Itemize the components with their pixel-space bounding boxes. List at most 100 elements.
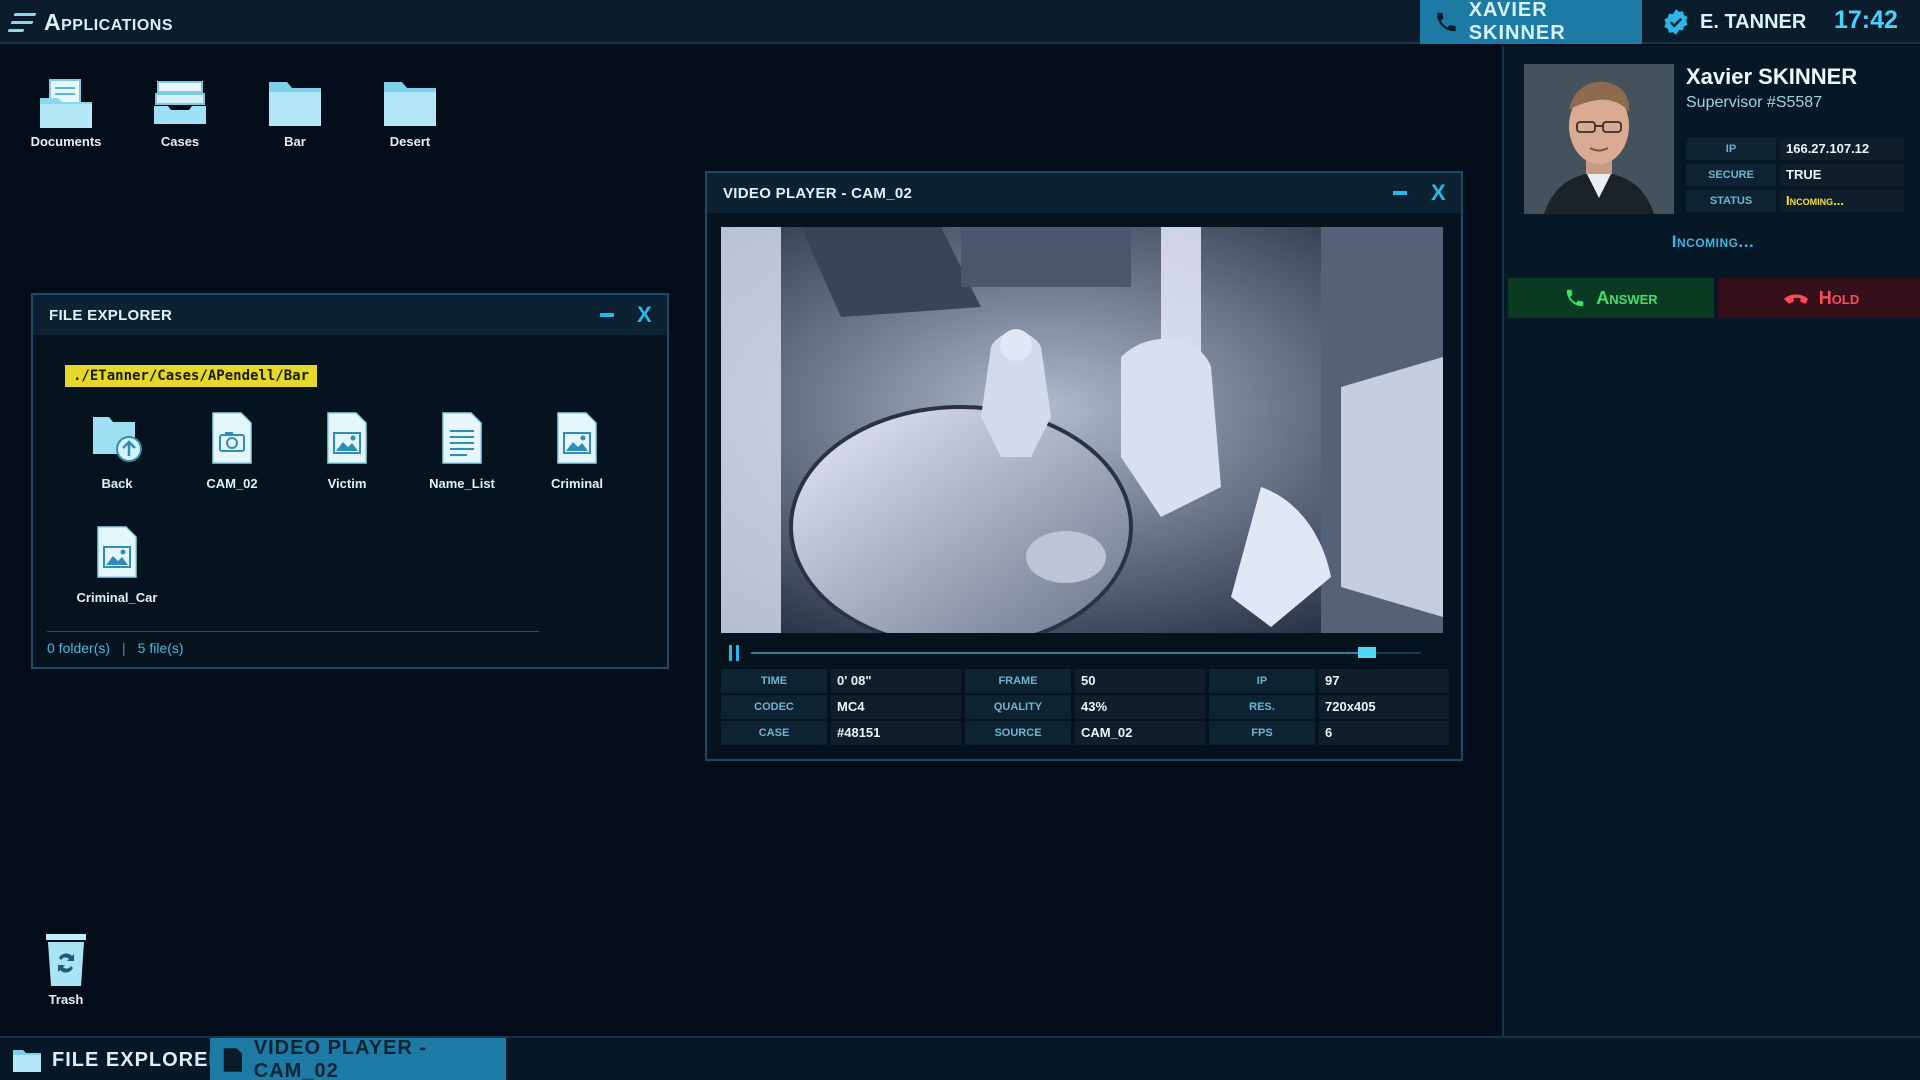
- file-item-label: Name_List: [429, 476, 495, 491]
- file-item-label: CAM_02: [206, 476, 258, 491]
- meta-key-time: TIME: [721, 669, 827, 693]
- seek-handle[interactable]: [1358, 647, 1377, 658]
- surveillance-footage: [721, 227, 1443, 633]
- meta-key-ip: IP: [1209, 669, 1315, 693]
- answer-button[interactable]: Answer: [1508, 278, 1714, 318]
- caller-secure-key: SECURE: [1686, 164, 1776, 186]
- close-button[interactable]: X: [637, 302, 652, 328]
- desktop-icon-label: Cases: [160, 134, 200, 149]
- window-titlebar[interactable]: FILE EXPLORER X: [33, 295, 667, 335]
- desktop-icon-label: Bar: [284, 134, 306, 149]
- playback-controls: [729, 643, 1443, 663]
- active-call-tab[interactable]: XAVIER SKINNER: [1420, 0, 1642, 44]
- window-title: VIDEO PLAYER - CAM_02: [723, 184, 913, 202]
- file-item-criminal-car[interactable]: Criminal_Car: [67, 525, 167, 605]
- desktop-icon-bar[interactable]: Bar: [245, 76, 345, 149]
- file-item-criminal[interactable]: Criminal: [527, 411, 627, 491]
- image-file-icon: [557, 412, 597, 464]
- folder-icon: [13, 1050, 41, 1072]
- taskbar-item-video-player[interactable]: VIDEO PLAYER - CAM_02: [210, 1037, 506, 1080]
- video-file-icon: [223, 1048, 242, 1072]
- hang-up-phone-icon: [1783, 294, 1808, 304]
- desktop-icon-desert[interactable]: Desert: [360, 76, 460, 149]
- camera-file-icon: [212, 412, 252, 464]
- desktop-icon-trash[interactable]: Trash: [16, 932, 116, 1007]
- desktop-icon-cases[interactable]: Cases: [130, 76, 230, 149]
- folder-back-icon: [93, 417, 142, 462]
- folder-icon: [269, 82, 321, 126]
- file-item-victim[interactable]: Victim: [297, 411, 397, 491]
- caller-status-row: STATUS Incoming...: [1686, 190, 1904, 212]
- meta-key-resolution: RES.: [1209, 695, 1315, 719]
- meta-key-source: SOURCE: [965, 721, 1071, 745]
- top-bar: Applications XAVIER SKINNER E. TANNER 17…: [0, 0, 1920, 44]
- taskbar: FILE EXPLORER VIDEO PLAYER - CAM_02: [0, 1036, 1920, 1080]
- file-item-name-list[interactable]: Name_List: [412, 411, 512, 491]
- file-item-label: Criminal: [550, 476, 603, 491]
- caller-ip-row: IP 166.27.107.12: [1686, 138, 1904, 160]
- caller-panel: Xavier SKINNER Supervisor #S5587 IP 166.…: [1502, 46, 1920, 1036]
- image-file-icon: [327, 412, 367, 464]
- caller-secure-value: TRUE: [1780, 164, 1904, 186]
- video-player-window: VIDEO PLAYER - CAM_02 X TIME 0' 08" FRAM…: [705, 171, 1463, 761]
- pause-icon[interactable]: [729, 645, 741, 661]
- caller-secure-row: SECURE TRUE: [1686, 164, 1904, 186]
- trash-icon: [46, 934, 86, 986]
- status-bar: 0 folder(s) | 5 file(s): [47, 631, 539, 656]
- phone-icon: [1437, 12, 1456, 32]
- minimize-button[interactable]: [1393, 191, 1407, 195]
- caller-ip-value: 166.27.107.12: [1780, 138, 1904, 160]
- file-item-label: Victim: [327, 476, 367, 491]
- path-breadcrumb[interactable]: ./ETanner/Cases/APendell/Bar: [65, 365, 318, 387]
- minimize-button[interactable]: [600, 313, 614, 317]
- video-frame[interactable]: [721, 227, 1443, 633]
- verified-badge-icon: [1664, 9, 1688, 35]
- meta-value-resolution: 720x405: [1319, 695, 1449, 719]
- hold-button[interactable]: Hold: [1718, 278, 1920, 318]
- text-file-icon: [442, 412, 482, 464]
- desktop-icon-label: Desert: [389, 134, 431, 149]
- close-button[interactable]: X: [1431, 180, 1446, 206]
- meta-key-codec: CODEC: [721, 695, 827, 719]
- desktop-icon-documents[interactable]: Documents: [16, 76, 116, 149]
- file-item-cam02[interactable]: CAM_02: [182, 411, 282, 491]
- folder-count: 0 folder(s): [47, 640, 111, 656]
- phone-icon: [1567, 289, 1584, 307]
- seek-bar[interactable]: [751, 647, 1421, 658]
- meta-value-ip: 97: [1319, 669, 1449, 693]
- taskbar-label: FILE EXPLORER: [52, 1048, 224, 1071]
- user-tab[interactable]: E. TANNER: [1662, 0, 1806, 44]
- caller-status-key: STATUS: [1686, 190, 1776, 212]
- taskbar-label: VIDEO PLAYER - CAM_02: [253, 1037, 428, 1080]
- caller-name: Xavier SKINNER: [1686, 64, 1858, 89]
- meta-key-frame: FRAME: [965, 669, 1071, 693]
- meta-value-time: 0' 08": [831, 669, 961, 693]
- desktop-icon-label: Documents: [30, 134, 102, 149]
- caller-avatar: [1524, 64, 1674, 214]
- folder-icon: [384, 82, 436, 126]
- trash-label: Trash: [48, 992, 84, 1007]
- window-title: FILE EXPLORER: [49, 306, 173, 324]
- documents-folder-icon: [40, 79, 92, 128]
- file-item-label: Criminal_Car: [76, 590, 158, 605]
- meta-value-codec: MC4: [831, 695, 961, 719]
- call-contact-name: XAVIER SKINNER: [1468, 0, 1566, 44]
- cases-drawer-icon: [154, 81, 206, 124]
- applications-menu[interactable]: Applications: [7, 6, 173, 38]
- seek-progress: [751, 652, 1368, 654]
- applications-title: Applications: [44, 8, 173, 35]
- caller-role: Supervisor #S5587: [1686, 94, 1823, 111]
- meta-value-case: #48151: [831, 721, 961, 745]
- status-separator: |: [122, 640, 126, 656]
- file-item-label: Back: [101, 476, 133, 491]
- file-count: 5 file(s): [137, 640, 184, 656]
- file-item-back[interactable]: Back: [67, 411, 167, 491]
- hamburger-icon: [7, 12, 37, 32]
- hold-label: Hold: [1818, 287, 1860, 308]
- meta-key-quality: QUALITY: [965, 695, 1071, 719]
- taskbar-item-file-explorer[interactable]: FILE EXPLORER: [0, 1038, 236, 1080]
- incoming-call-label: Incoming...: [1671, 232, 1755, 251]
- answer-label: Answer: [1596, 287, 1658, 308]
- window-titlebar[interactable]: VIDEO PLAYER - CAM_02 X: [707, 173, 1461, 213]
- caller-ip-key: IP: [1686, 138, 1776, 160]
